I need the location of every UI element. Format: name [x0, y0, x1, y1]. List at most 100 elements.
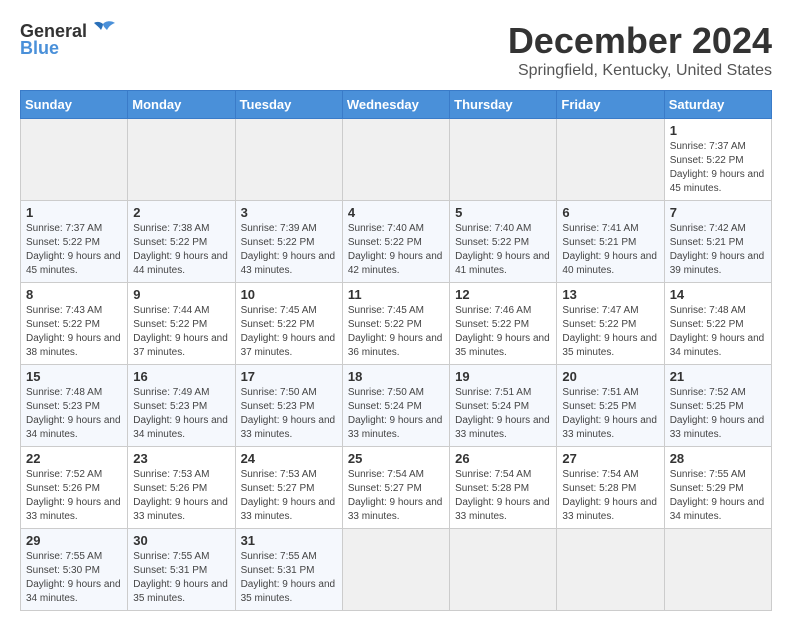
col-saturday: Saturday	[664, 91, 771, 119]
day-number: 24	[241, 451, 337, 466]
col-friday: Friday	[557, 91, 664, 119]
day-info: Sunrise: 7:38 AMSunset: 5:22 PMDaylight:…	[133, 222, 229, 278]
table-row: 1 Sunrise: 7:37 AMSunset: 5:22 PMDaylight…	[664, 119, 771, 201]
calendar-week-row: 1 Sunrise: 7:37 AMSunset: 5:22 PMDaylight…	[21, 119, 772, 201]
day-number: 1	[26, 205, 122, 220]
table-row: 24Sunrise: 7:53 AMSunset: 5:27 PMDayligh…	[235, 447, 342, 529]
location-subtitle: Springfield, Kentucky, United States	[508, 62, 772, 80]
table-row: 26 Sunrise: 7:54 AMSunset: 5:28 PMDayligh…	[450, 447, 557, 529]
day-info: Sunrise: 7:37 AMSunset: 5:22 PMDaylight:…	[670, 140, 766, 196]
calendar-week-row: 1 Sunrise: 7:37 AMSunset: 5:22 PMDaylight…	[21, 201, 772, 283]
logo-blue-text: Blue	[20, 38, 59, 59]
day-number: 30	[133, 533, 229, 548]
day-info: Sunrise: 7:41 AMSunset: 5:21 PMDaylight:…	[562, 222, 658, 278]
calendar-header-row: Sunday Monday Tuesday Wednesday Thursday…	[21, 91, 772, 119]
day-number: 19	[455, 369, 551, 384]
table-row: 21Sunrise: 7:52 AMSunset: 5:25 PMDayligh…	[664, 365, 771, 447]
day-info: Sunrise: 7:54 AMSunset: 5:27 PMDaylight:…	[348, 468, 444, 524]
table-row: 28Sunrise: 7:55 AMSunset: 5:29 PMDayligh…	[664, 447, 771, 529]
day-info: Sunrise: 7:52 AMSunset: 5:26 PMDaylight:…	[26, 468, 122, 524]
calendar-week-row: 22Sunrise: 7:52 AMSunset: 5:26 PMDayligh…	[21, 447, 772, 529]
calendar-week-row: 8Sunrise: 7:43 AMSunset: 5:22 PMDaylight…	[21, 283, 772, 365]
day-number: 15	[26, 369, 122, 384]
day-info: Sunrise: 7:37 AMSunset: 5:22 PMDaylight:…	[26, 222, 122, 278]
calendar-week-row: 29Sunrise: 7:55 AMSunset: 5:30 PMDayligh…	[21, 529, 772, 611]
day-number: 4	[348, 205, 444, 220]
col-tuesday: Tuesday	[235, 91, 342, 119]
table-row	[450, 529, 557, 611]
day-info: Sunrise: 7:39 AMSunset: 5:22 PMDaylight:…	[241, 222, 337, 278]
table-row	[450, 119, 557, 201]
day-number: 7	[670, 205, 766, 220]
day-number: 1	[670, 123, 766, 138]
table-row: 16Sunrise: 7:49 AMSunset: 5:23 PMDayligh…	[128, 365, 235, 447]
day-number: 8	[26, 287, 122, 302]
day-number: 3	[241, 205, 337, 220]
table-row	[342, 119, 449, 201]
month-title: December 2024	[508, 20, 772, 62]
table-row	[128, 119, 235, 201]
table-row	[557, 119, 664, 201]
table-row: 23 Sunrise: 7:53 AMSunset: 5:26 PMDayligh…	[128, 447, 235, 529]
day-number: 26	[455, 451, 551, 466]
day-number: 18	[348, 369, 444, 384]
col-monday: Monday	[128, 91, 235, 119]
col-sunday: Sunday	[21, 91, 128, 119]
day-number: 2	[133, 205, 229, 220]
day-info: Sunrise: 7:42 AMSunset: 5:21 PMDaylight:…	[670, 222, 766, 278]
table-row: 1 Sunrise: 7:37 AMSunset: 5:22 PMDaylight…	[21, 201, 128, 283]
day-number: 9	[133, 287, 229, 302]
calendar-week-row: 15 Sunrise: 7:48 AMSunset: 5:23 PMDayligh…	[21, 365, 772, 447]
day-info: Sunrise: 7:54 AMSunset: 5:28 PMDaylight:…	[562, 468, 658, 524]
day-info: Sunrise: 7:49 AMSunset: 5:23 PMDaylight:…	[133, 386, 229, 442]
table-row: 20Sunrise: 7:51 AMSunset: 5:25 PMDayligh…	[557, 365, 664, 447]
table-row: 7 Sunrise: 7:42 AMSunset: 5:21 PMDaylight…	[664, 201, 771, 283]
day-number: 25	[348, 451, 444, 466]
table-row: 18 Sunrise: 7:50 AMSunset: 5:24 PMDayligh…	[342, 365, 449, 447]
day-info: Sunrise: 7:47 AMSunset: 5:22 PMDaylight:…	[562, 304, 658, 360]
table-row: 27Sunrise: 7:54 AMSunset: 5:28 PMDayligh…	[557, 447, 664, 529]
page-header: General Blue December 2024 Springfield, …	[20, 20, 772, 80]
day-info: Sunrise: 7:50 AMSunset: 5:24 PMDaylight:…	[348, 386, 444, 442]
day-info: Sunrise: 7:45 AMSunset: 5:22 PMDaylight:…	[241, 304, 337, 360]
day-number: 5	[455, 205, 551, 220]
table-row: 3 Sunrise: 7:39 AMSunset: 5:22 PMDaylight…	[235, 201, 342, 283]
table-row: 31Sunrise: 7:55 AMSunset: 5:31 PMDayligh…	[235, 529, 342, 611]
day-number: 12	[455, 287, 551, 302]
day-number: 28	[670, 451, 766, 466]
day-number: 23	[133, 451, 229, 466]
day-info: Sunrise: 7:40 AMSunset: 5:22 PMDaylight:…	[348, 222, 444, 278]
day-info: Sunrise: 7:54 AMSunset: 5:28 PMDaylight:…	[455, 468, 551, 524]
table-row: 5 Sunrise: 7:40 AMSunset: 5:22 PMDaylight…	[450, 201, 557, 283]
table-row: 2 Sunrise: 7:38 AMSunset: 5:22 PMDaylight…	[128, 201, 235, 283]
table-row: 13 Sunrise: 7:47 AMSunset: 5:22 PMDayligh…	[557, 283, 664, 365]
logo: General Blue	[20, 20, 117, 59]
day-number: 17	[241, 369, 337, 384]
table-row	[557, 529, 664, 611]
day-info: Sunrise: 7:40 AMSunset: 5:22 PMDaylight:…	[455, 222, 551, 278]
day-number: 11	[348, 287, 444, 302]
day-info: Sunrise: 7:45 AMSunset: 5:22 PMDaylight:…	[348, 304, 444, 360]
day-info: Sunrise: 7:53 AMSunset: 5:26 PMDaylight:…	[133, 468, 229, 524]
table-row: 22Sunrise: 7:52 AMSunset: 5:26 PMDayligh…	[21, 447, 128, 529]
table-row	[235, 119, 342, 201]
table-row: 30Sunrise: 7:55 AMSunset: 5:31 PMDayligh…	[128, 529, 235, 611]
table-row: 19 Sunrise: 7:51 AMSunset: 5:24 PMDayligh…	[450, 365, 557, 447]
day-number: 10	[241, 287, 337, 302]
table-row	[342, 529, 449, 611]
day-info: Sunrise: 7:55 AMSunset: 5:31 PMDaylight:…	[241, 550, 337, 606]
table-row	[664, 529, 771, 611]
table-row: 10 Sunrise: 7:45 AMSunset: 5:22 PMDayligh…	[235, 283, 342, 365]
calendar-table: Sunday Monday Tuesday Wednesday Thursday…	[20, 90, 772, 611]
day-number: 6	[562, 205, 658, 220]
day-info: Sunrise: 7:48 AMSunset: 5:23 PMDaylight:…	[26, 386, 122, 442]
table-row: 29Sunrise: 7:55 AMSunset: 5:30 PMDayligh…	[21, 529, 128, 611]
logo-bird-icon	[89, 20, 117, 42]
day-number: 13	[562, 287, 658, 302]
col-thursday: Thursday	[450, 91, 557, 119]
table-row: 11 Sunrise: 7:45 AMSunset: 5:22 PMDayligh…	[342, 283, 449, 365]
day-number: 20	[562, 369, 658, 384]
table-row: 15 Sunrise: 7:48 AMSunset: 5:23 PMDayligh…	[21, 365, 128, 447]
col-wednesday: Wednesday	[342, 91, 449, 119]
day-info: Sunrise: 7:51 AMSunset: 5:24 PMDaylight:…	[455, 386, 551, 442]
